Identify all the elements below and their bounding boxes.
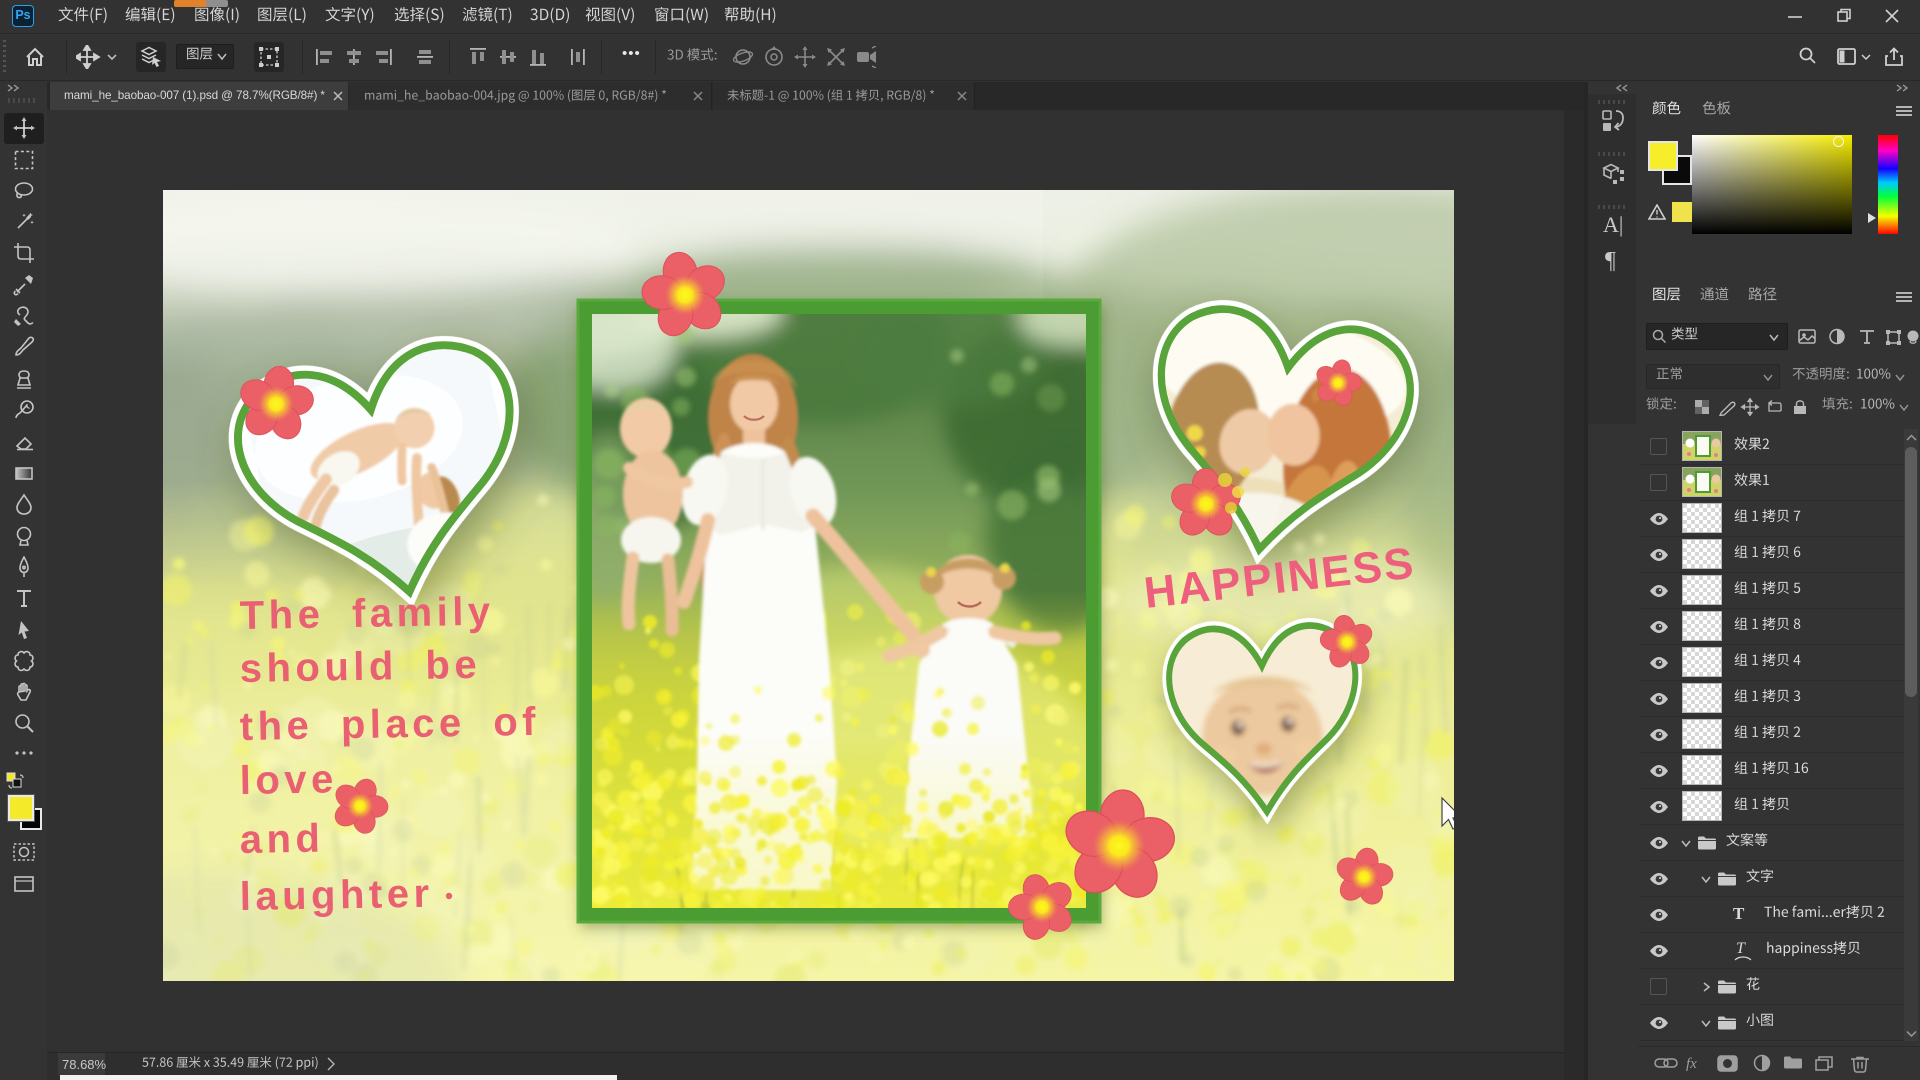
svg-text:The family: The family	[239, 590, 495, 638]
svg-text:the place of: the place of	[239, 700, 540, 749]
svg-text:laughter: laughter	[239, 872, 434, 919]
svg-text:love: love	[239, 757, 338, 803]
svg-text:fx: fx	[1686, 1056, 1697, 1072]
svg-text:should be: should be	[239, 643, 481, 691]
svg-text:and: and	[239, 817, 324, 862]
